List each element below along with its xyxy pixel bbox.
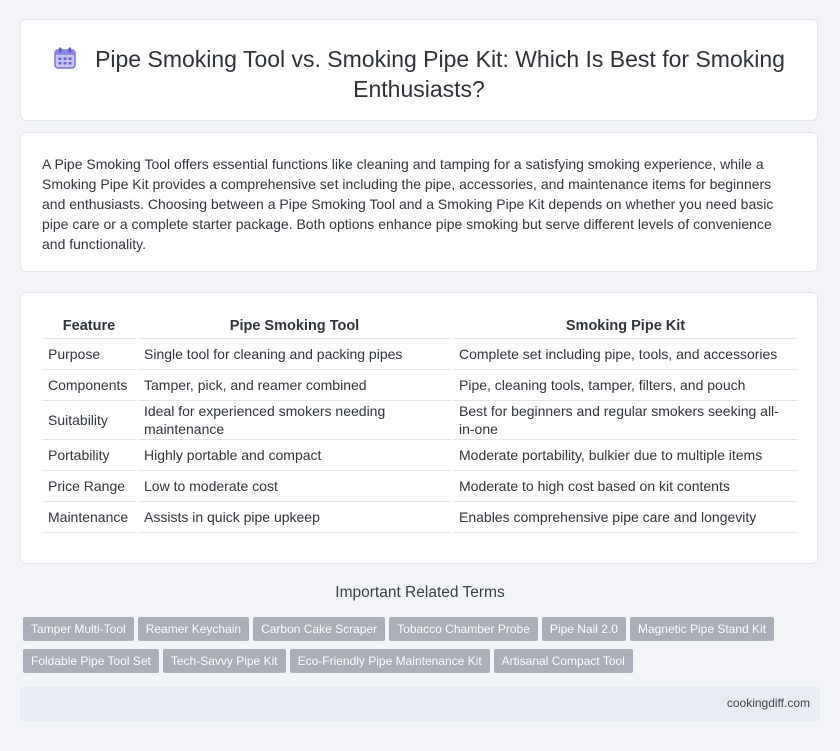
tool-cell: Highly portable and compact (136, 439, 452, 471)
related-tag[interactable]: Foldable Pipe Tool Set (23, 649, 159, 673)
page-title-wrap: Pipe Smoking Tool vs. Smoking Pipe Kit: … (21, 44, 817, 104)
page-title: Pipe Smoking Tool vs. Smoking Pipe Kit: … (95, 46, 785, 102)
intro-card: A Pipe Smoking Tool offers essential fun… (20, 132, 818, 272)
related-tag[interactable]: Eco-Friendly Pipe Maintenance Kit (289, 649, 490, 673)
kit-cell: Enables comprehensive pipe care and long… (451, 501, 798, 533)
related-tag[interactable]: Artisanal Compact Tool (493, 649, 633, 673)
comparison-card: Feature Pipe Smoking Tool Smoking Pipe K… (20, 292, 818, 564)
calendar-icon (54, 47, 76, 69)
related-tag[interactable]: Carbon Cake Scraper (253, 617, 386, 641)
table-row: Maintenance Assists in quick pipe upkeep… (42, 501, 798, 533)
header-pipe-smoking-tool: Pipe Smoking Tool (136, 315, 452, 339)
footer: cookingdiff.com (20, 687, 820, 721)
table-row: Purpose Single tool for cleaning and pac… (42, 338, 798, 370)
kit-cell: Pipe, cleaning tools, tamper, filters, a… (451, 369, 798, 401)
tool-cell: Single tool for cleaning and packing pip… (136, 338, 452, 370)
kit-cell: Moderate portability, bulkier due to mul… (451, 439, 798, 471)
feature-cell: Portability (42, 439, 137, 471)
header-feature: Feature (42, 315, 137, 339)
feature-cell: Price Range (42, 470, 137, 502)
tool-cell: Assists in quick pipe upkeep (136, 501, 452, 533)
table-row: Price Range Low to moderate cost Moderat… (42, 470, 798, 502)
related-terms-title: Important Related Terms (335, 584, 505, 601)
header-smoking-pipe-kit: Smoking Pipe Kit (451, 315, 798, 339)
tool-cell: Ideal for experienced smokers needing ma… (136, 400, 452, 440)
kit-cell: Best for beginners and regular smokers s… (451, 400, 798, 440)
table-row: Portability Highly portable and compact … (42, 439, 798, 471)
table-header-row: Feature Pipe Smoking Tool Smoking Pipe K… (42, 315, 798, 339)
related-tag[interactable]: Reamer Keychain (137, 617, 250, 641)
related-tags-row-1: Tamper Multi-Tool Reamer Keychain Carbon C… (23, 617, 778, 641)
related-tag[interactable]: Pipe Nail 2.0 (541, 617, 626, 641)
related-tag[interactable]: Tobacco Chamber Probe (389, 617, 538, 641)
footer-site-link[interactable]: cookingdiff.com (727, 696, 810, 710)
feature-cell: Suitability (42, 400, 137, 440)
feature-cell: Maintenance (42, 501, 137, 533)
related-tag[interactable]: Tamper Multi-Tool (23, 617, 134, 641)
table-row: Components Tamper, pick, and reamer comb… (42, 369, 798, 401)
tool-cell: Low to moderate cost (136, 470, 452, 502)
intro-paragraph: A Pipe Smoking Tool offers essential fun… (42, 156, 774, 252)
feature-cell: Purpose (42, 338, 137, 370)
kit-cell: Complete set including pipe, tools, and … (451, 338, 798, 370)
related-tags-row-2: Foldable Pipe Tool Set Tech-Savvy Pipe Ki… (23, 649, 637, 673)
table-row: Suitability Ideal for experienced smoker… (42, 400, 798, 440)
feature-cell: Components (42, 369, 137, 401)
comparison-table: Feature Pipe Smoking Tool Smoking Pipe K… (42, 315, 798, 533)
related-tag[interactable]: Magnetic Pipe Stand Kit (629, 617, 775, 641)
tool-cell: Tamper, pick, and reamer combined (136, 369, 452, 401)
related-tag[interactable]: Tech-Savvy Pipe Kit (162, 649, 286, 673)
title-card: Pipe Smoking Tool vs. Smoking Pipe Kit: … (20, 19, 818, 121)
kit-cell: Moderate to high cost based on kit conte… (451, 470, 798, 502)
